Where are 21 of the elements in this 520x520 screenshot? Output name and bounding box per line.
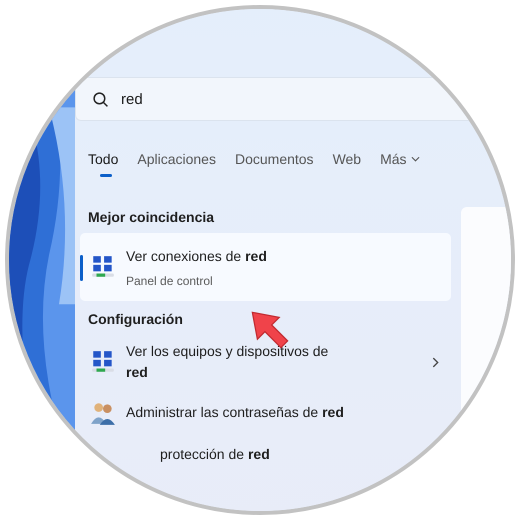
result-subtitle: Panel de control [126,274,214,288]
filter-tab[interactable]: Más [380,151,420,177]
search-text: red [121,90,143,108]
result-item[interactable]: Ver conexiones de red Panel de control [80,233,451,301]
result-title: Ver conexiones de red [126,247,268,266]
result-item[interactable]: protección de red [80,436,451,474]
result-title: Administrar las contraseñas de red [126,403,345,422]
result-item[interactable]: Administrar las contraseñas de red [80,394,451,432]
filter-tab[interactable]: Todo [88,151,118,177]
chevron-down-icon [410,156,420,162]
section-heading: Configuración [88,310,184,327]
filter-tab[interactable]: Aplicaciones [137,151,216,177]
search-icon [92,90,109,108]
chevron-right-icon [432,356,439,368]
filter-tab[interactable]: Documentos [234,151,314,177]
result-title: protección de red [160,445,271,464]
section-heading: Mejor coincidencia [88,209,216,225]
filter-tab[interactable]: Web [332,151,362,177]
network-computers-icon [90,254,116,280]
result-title: Ver los equipos y dispositivos de red [126,342,330,382]
result-item[interactable]: Ver los equipos y dispositivos de red [80,334,451,390]
